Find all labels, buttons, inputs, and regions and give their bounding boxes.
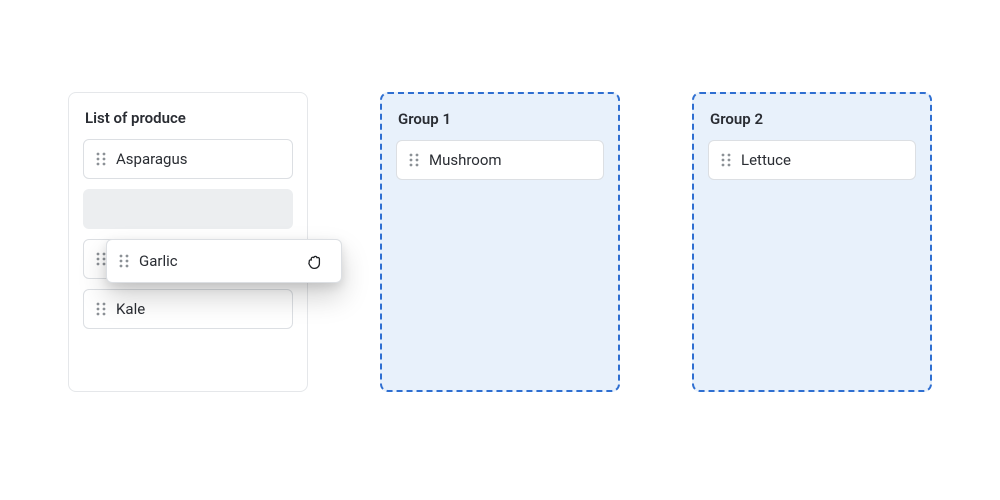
drop-placeholder — [83, 189, 293, 229]
drag-handle-icon[interactable] — [96, 152, 106, 166]
group-2-dropzone[interactable]: Group 2 Lettuce — [692, 92, 932, 392]
list-item-label: Kale — [116, 300, 145, 318]
group-1-title: Group 1 — [398, 110, 604, 128]
dragging-item-label: Garlic — [139, 252, 178, 270]
list-item-label: Asparagus — [116, 150, 188, 168]
dragging-item[interactable]: Garlic — [106, 239, 342, 283]
group-1-dropzone[interactable]: Group 1 Mushroom — [380, 92, 620, 392]
list-item-label: Mushroom — [429, 151, 502, 169]
drag-handle-icon[interactable] — [119, 254, 129, 268]
list-item[interactable]: Lettuce — [708, 140, 916, 180]
grabbing-cursor-icon — [303, 250, 325, 272]
list-item[interactable]: Kale — [83, 289, 293, 329]
list-item[interactable]: Asparagus — [83, 139, 293, 179]
drag-handle-icon[interactable] — [96, 302, 106, 316]
list-item-label: Lettuce — [741, 151, 791, 169]
list-item[interactable]: Mushroom — [396, 140, 604, 180]
drag-handle-icon[interactable] — [721, 153, 731, 167]
drag-handle-icon[interactable] — [409, 153, 419, 167]
produce-list-title: List of produce — [85, 109, 293, 127]
drag-handle-icon[interactable] — [96, 252, 106, 266]
group-2-title: Group 2 — [710, 110, 916, 128]
